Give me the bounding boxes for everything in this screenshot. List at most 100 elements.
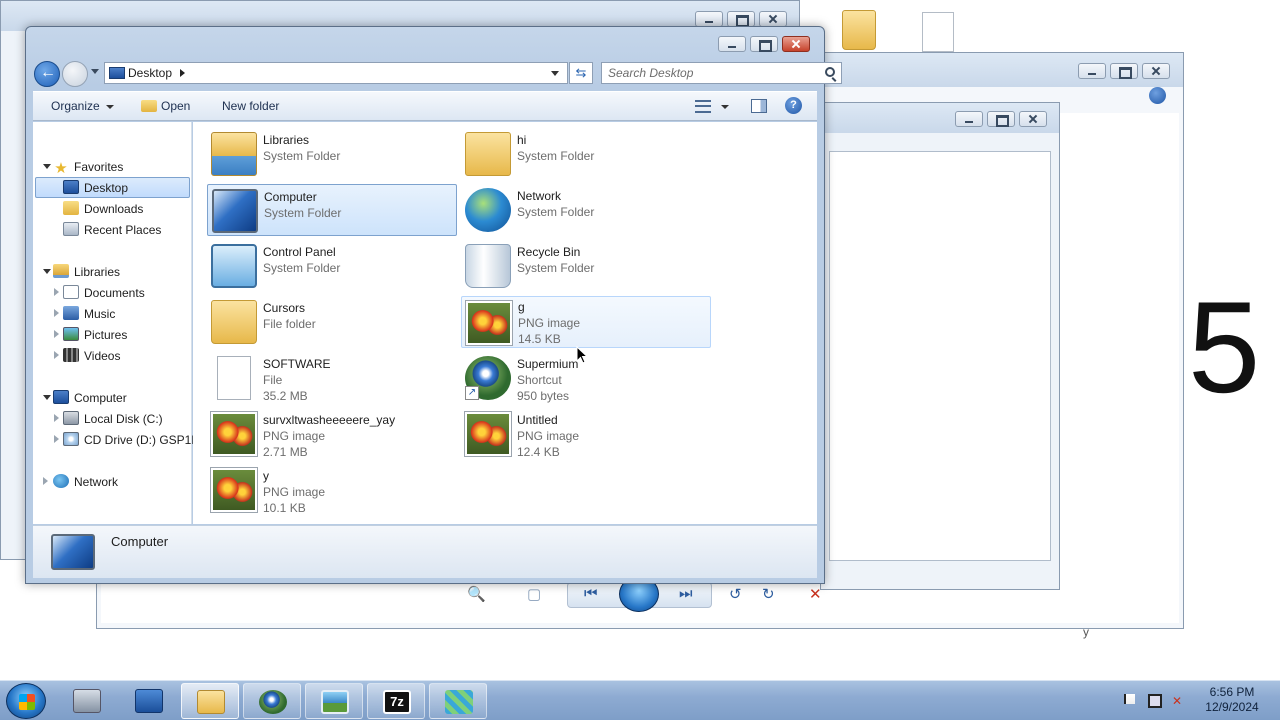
file-item-software[interactable]: SOFTWARE File 35.2 MB — [207, 352, 457, 404]
action-center-flag-icon[interactable] — [1124, 694, 1135, 704]
file-name: Cursors — [263, 301, 306, 315]
help-icon[interactable] — [1149, 87, 1166, 104]
network-tray-icon[interactable] — [1148, 694, 1162, 708]
file-item-hi[interactable]: hi System Folder — [461, 128, 711, 180]
nav-label: Favorites — [74, 160, 124, 174]
taskbar-photo-viewer[interactable] — [305, 683, 363, 719]
previous-icon[interactable]: ⏮ — [584, 585, 598, 602]
address-dropdown-icon[interactable] — [551, 71, 559, 76]
file-item-untitled[interactable]: Untitled PNG image 12.4 KB — [461, 408, 711, 460]
zoom-icon[interactable]: 🔍 — [467, 585, 486, 603]
rotate-left-icon[interactable]: ↺ — [729, 585, 742, 603]
taskbar-powershell[interactable] — [120, 683, 178, 719]
search-input[interactable] — [608, 66, 808, 80]
nav-item-computer[interactable]: Computer — [53, 388, 127, 408]
forward-arrow-icon[interactable] — [62, 61, 88, 87]
png-image-icon — [465, 300, 513, 346]
views-icon[interactable] — [695, 100, 711, 113]
minimize-button[interactable] — [718, 36, 746, 52]
expand-arrow-icon[interactable] — [54, 414, 59, 422]
seven-zip-icon: 7z — [383, 690, 411, 714]
taskbar-explorer[interactable] — [181, 683, 239, 719]
file-type: System Folder — [264, 206, 342, 220]
nav-item-favorites[interactable]: ★ Favorites — [53, 157, 123, 177]
nav-item-music[interactable]: Music — [63, 304, 115, 324]
search-box[interactable] — [601, 62, 842, 84]
file-type: System Folder — [263, 149, 341, 163]
refresh-button[interactable]: ⇆ — [569, 62, 593, 84]
close-button[interactable] — [782, 36, 810, 52]
file-item-y[interactable]: y PNG image 10.1 KB — [207, 464, 457, 516]
taskbar-server-manager[interactable] — [58, 683, 116, 719]
details-title: Computer — [111, 534, 169, 549]
folder-icon — [211, 300, 257, 344]
expand-arrow-icon[interactable] — [54, 351, 59, 359]
file-item-network[interactable]: Network System Folder — [461, 184, 711, 236]
close-button[interactable] — [1019, 111, 1047, 127]
taskbar-clock[interactable]: 6:56 PM 12/9/2024 — [1196, 685, 1268, 715]
nav-item-desktop[interactable]: Desktop — [63, 178, 128, 198]
nav-item-videos[interactable]: Videos — [63, 346, 120, 366]
help-icon[interactable]: ? — [785, 97, 802, 114]
expand-arrow-icon[interactable] — [54, 309, 59, 317]
expand-arrow-icon[interactable] — [54, 330, 59, 338]
expand-arrow-icon[interactable] — [54, 435, 59, 443]
expand-arrow-icon[interactable] — [43, 164, 51, 169]
volume-muted-icon[interactable]: ✕ — [1172, 694, 1186, 708]
organize-button[interactable]: Organize — [51, 99, 114, 113]
maximize-button[interactable] — [987, 111, 1015, 127]
nav-item-local-disk[interactable]: Local Disk (C:) — [63, 409, 163, 429]
rotate-right-icon[interactable]: ↻ — [762, 585, 775, 603]
file-item-libraries[interactable]: Libraries System Folder — [207, 128, 457, 180]
maximize-button[interactable] — [1110, 63, 1138, 79]
nav-item-pictures[interactable]: Pictures — [63, 325, 127, 345]
nav-item-recent-places[interactable]: Recent Places — [63, 220, 161, 240]
address-bar[interactable]: Desktop — [104, 62, 568, 84]
back-arrow-icon[interactable] — [34, 61, 60, 87]
breadcrumb-chevron-icon[interactable] — [180, 69, 185, 77]
recent-pages-dropdown[interactable] — [91, 69, 99, 74]
file-name: SOFTWARE — [263, 357, 331, 371]
nav-item-downloads[interactable]: Downloads — [63, 199, 143, 219]
open-button[interactable]: Open — [141, 99, 190, 113]
file-item-cursors[interactable]: Cursors File folder — [207, 296, 457, 348]
nav-item-libraries[interactable]: Libraries — [53, 262, 120, 282]
explorer-window: Desktop ⇆ Organize Open New folder ? ★ Fa… — [25, 26, 842, 584]
nav-item-documents[interactable]: Documents — [63, 283, 145, 303]
maximize-button[interactable] — [750, 36, 778, 52]
file-item-control-panel[interactable]: Control Panel System Folder — [207, 240, 457, 292]
file-item-survxltwasheeeeere-yay[interactable]: survxltwasheeeeere_yay PNG image 2.71 MB — [207, 408, 457, 460]
start-button[interactable] — [6, 683, 46, 719]
taskbar-app[interactable] — [429, 683, 487, 719]
taskbar-7zip[interactable]: 7z — [367, 683, 425, 719]
file-item-computer[interactable]: Computer System Folder — [207, 184, 457, 236]
expand-arrow-icon[interactable] — [54, 288, 59, 296]
minimize-button[interactable] — [1078, 63, 1106, 79]
minimize-button[interactable] — [955, 111, 983, 127]
maximize-button[interactable] — [727, 11, 755, 27]
new-folder-button[interactable]: New folder — [222, 99, 279, 113]
file-item-recycle-bin[interactable]: Recycle Bin System Folder — [461, 240, 711, 292]
expand-arrow-icon[interactable] — [43, 477, 48, 485]
desktop-folder-icon[interactable] — [842, 10, 876, 50]
file-item-g[interactable]: g PNG image 14.5 KB — [461, 296, 711, 348]
file-name: survxltwasheeeeere_yay — [263, 413, 396, 427]
nav-item-cd-drive[interactable]: CD Drive (D:) GSP1R — [63, 430, 200, 450]
delete-icon[interactable]: ✕ — [809, 585, 822, 603]
preview-pane-icon[interactable] — [751, 99, 767, 113]
views-dropdown-icon[interactable] — [721, 105, 729, 109]
search-icon[interactable] — [825, 67, 835, 77]
close-button[interactable] — [1142, 63, 1170, 79]
minimize-button[interactable] — [695, 11, 723, 27]
taskbar-supermium[interactable] — [243, 683, 301, 719]
open-label: Open — [161, 99, 191, 113]
expand-arrow-icon[interactable] — [43, 269, 51, 274]
actual-size-icon[interactable]: ▢ — [527, 585, 541, 603]
nav-item-network[interactable]: Network — [53, 472, 118, 492]
file-type: System Folder — [263, 261, 341, 275]
desktop-file-icon[interactable] — [922, 12, 954, 52]
close-button[interactable] — [759, 11, 787, 27]
file-name: Computer — [264, 190, 317, 204]
next-icon[interactable]: ⏭ — [679, 585, 693, 602]
expand-arrow-icon[interactable] — [43, 395, 51, 400]
